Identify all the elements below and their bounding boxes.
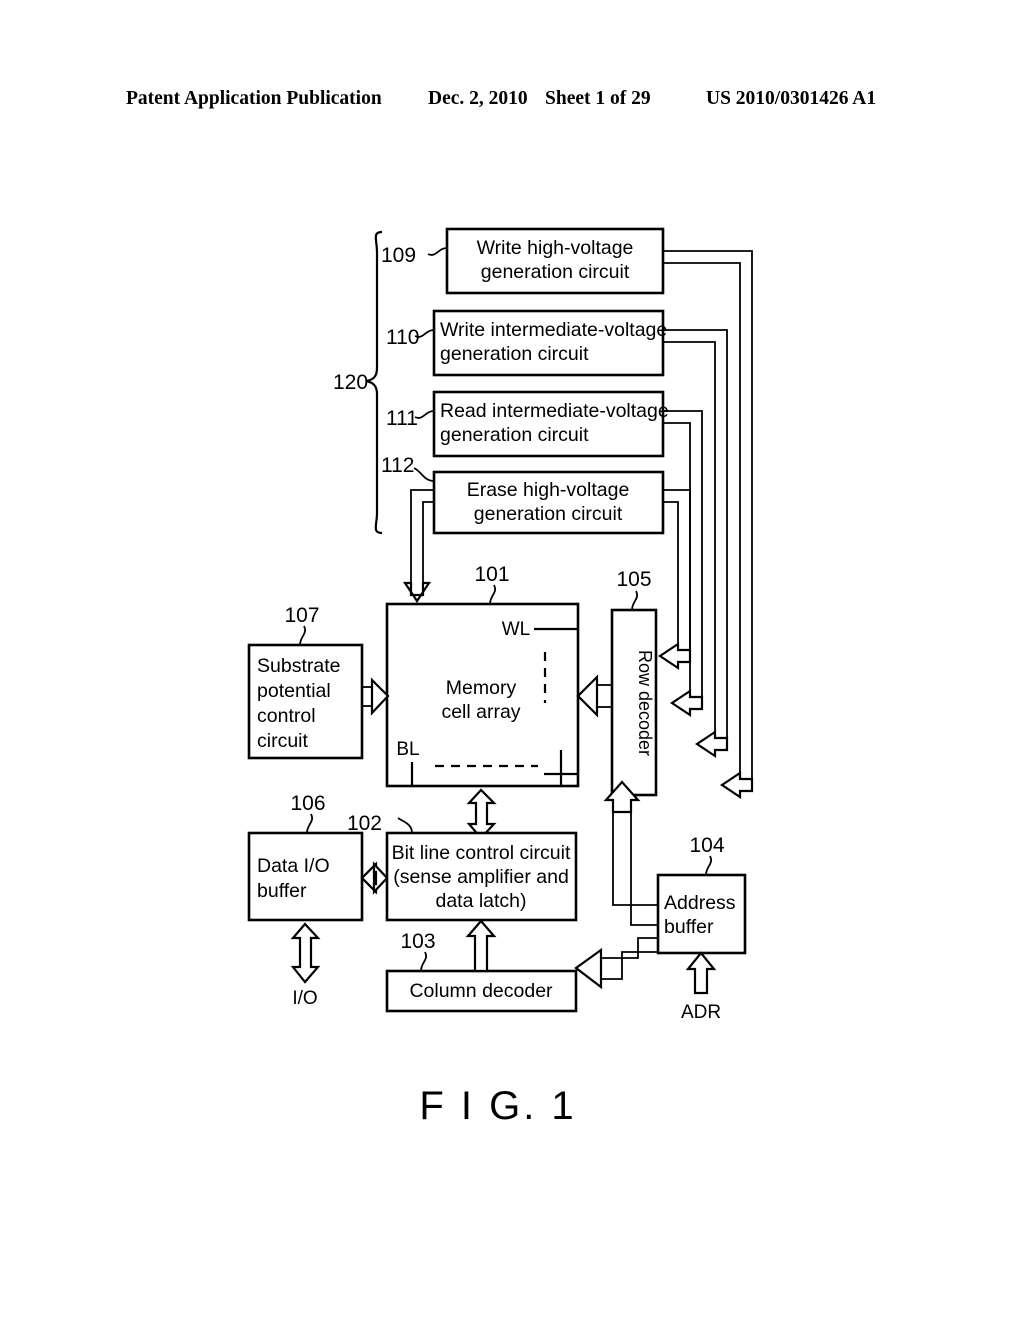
block-109-write-high-voltage: Write high-voltage generation circuit 10… — [381, 227, 665, 295]
block-111-line1: Read intermediate-voltage — [440, 400, 669, 422]
ref-110: 110 — [386, 326, 419, 349]
group-label-120: 120 — [333, 371, 368, 394]
ref-101: 101 — [474, 563, 509, 586]
substrate-line2: potential — [257, 680, 331, 702]
substrate-potential-control-circuit: Substrate potential control circuit 107 — [247, 604, 390, 760]
block-112-line1: Erase high-voltage — [467, 479, 630, 501]
block-111-line2: generation circuit — [440, 424, 589, 446]
ref-109: 109 — [381, 244, 416, 267]
ref-105: 105 — [616, 568, 651, 591]
address-buffer: Address buffer 104 — [656, 834, 747, 955]
wire-iobuffer-to-bitline-control — [360, 861, 389, 895]
wire-address-buffer-to-row-decoder — [603, 780, 658, 926]
block-110-line2: generation circuit — [440, 343, 589, 365]
data-io-line1: Data I/O — [257, 855, 330, 877]
substrate-line3: control — [257, 705, 316, 727]
adr-label: ADR — [681, 1002, 721, 1023]
adr-signal: ADR — [681, 951, 721, 1023]
ref-104: 104 — [689, 834, 724, 857]
wire-110-to-row-decoder — [663, 329, 729, 759]
wire-row-decoder-to-array — [576, 674, 612, 718]
address-buffer-line1: Address — [664, 892, 736, 914]
substrate-line4: circuit — [257, 730, 309, 752]
block-110-write-intermediate-voltage: Write intermediate-voltage generation ci… — [386, 309, 667, 377]
memory-array-line1: Memory — [446, 677, 517, 699]
memory-array-line2: cell array — [441, 701, 520, 723]
figure-caption: F I G. 1 — [419, 1084, 576, 1128]
data-io-line2: buffer — [257, 880, 307, 902]
ref-102: 102 — [347, 812, 382, 835]
row-decoder-label: Row decoder — [635, 650, 655, 756]
bitline-line3: data latch) — [435, 890, 526, 912]
ref-111: 111 — [386, 407, 418, 430]
data-io-buffer: Data I/O buffer 106 — [247, 792, 364, 922]
wire-address-buffer-to-column-decoder — [574, 937, 658, 990]
wire-array-to-bitline-control — [466, 788, 497, 840]
block-109-line1: Write high-voltage — [477, 237, 634, 259]
wire-111-to-row-decoder — [663, 410, 704, 718]
figure-1-diagram: 120 Write high-voltage generation circui… — [0, 0, 1024, 1320]
ref-112: 112 — [381, 454, 414, 477]
wire-column-decoder-to-bitline — [465, 919, 497, 973]
ref-103: 103 — [400, 930, 435, 953]
io-signal: I/O — [290, 922, 321, 1009]
ref-107: 107 — [284, 604, 319, 627]
bitline-line1: Bit line control circuit — [392, 842, 571, 864]
wire-voltage-to-memory-array — [402, 489, 434, 603]
wire-109-to-row-decoder — [663, 250, 754, 800]
address-buffer-line2: buffer — [664, 916, 714, 938]
block-110-line1: Write intermediate-voltage — [440, 319, 667, 341]
block-109-line2: generation circuit — [481, 261, 630, 283]
column-decoder-label: Column decoder — [409, 980, 553, 1002]
group-brace-120: 120 — [333, 230, 383, 535]
block-112-line2: generation circuit — [474, 503, 623, 525]
row-decoder: Row decoder 105 — [610, 568, 658, 797]
wl-label: WL — [502, 619, 531, 640]
block-111-read-intermediate-voltage: Read intermediate-voltage generation cir… — [386, 390, 669, 458]
io-label: I/O — [292, 988, 317, 1009]
bl-label: BL — [396, 739, 419, 760]
substrate-line1: Substrate — [257, 655, 340, 677]
bitline-line2: (sense amplifier and — [393, 866, 569, 888]
ref-106: 106 — [290, 792, 325, 815]
bit-line-control-circuit: Bit line control circuit (sense amplifie… — [347, 812, 578, 922]
wire-112-to-row-decoder — [658, 489, 692, 671]
